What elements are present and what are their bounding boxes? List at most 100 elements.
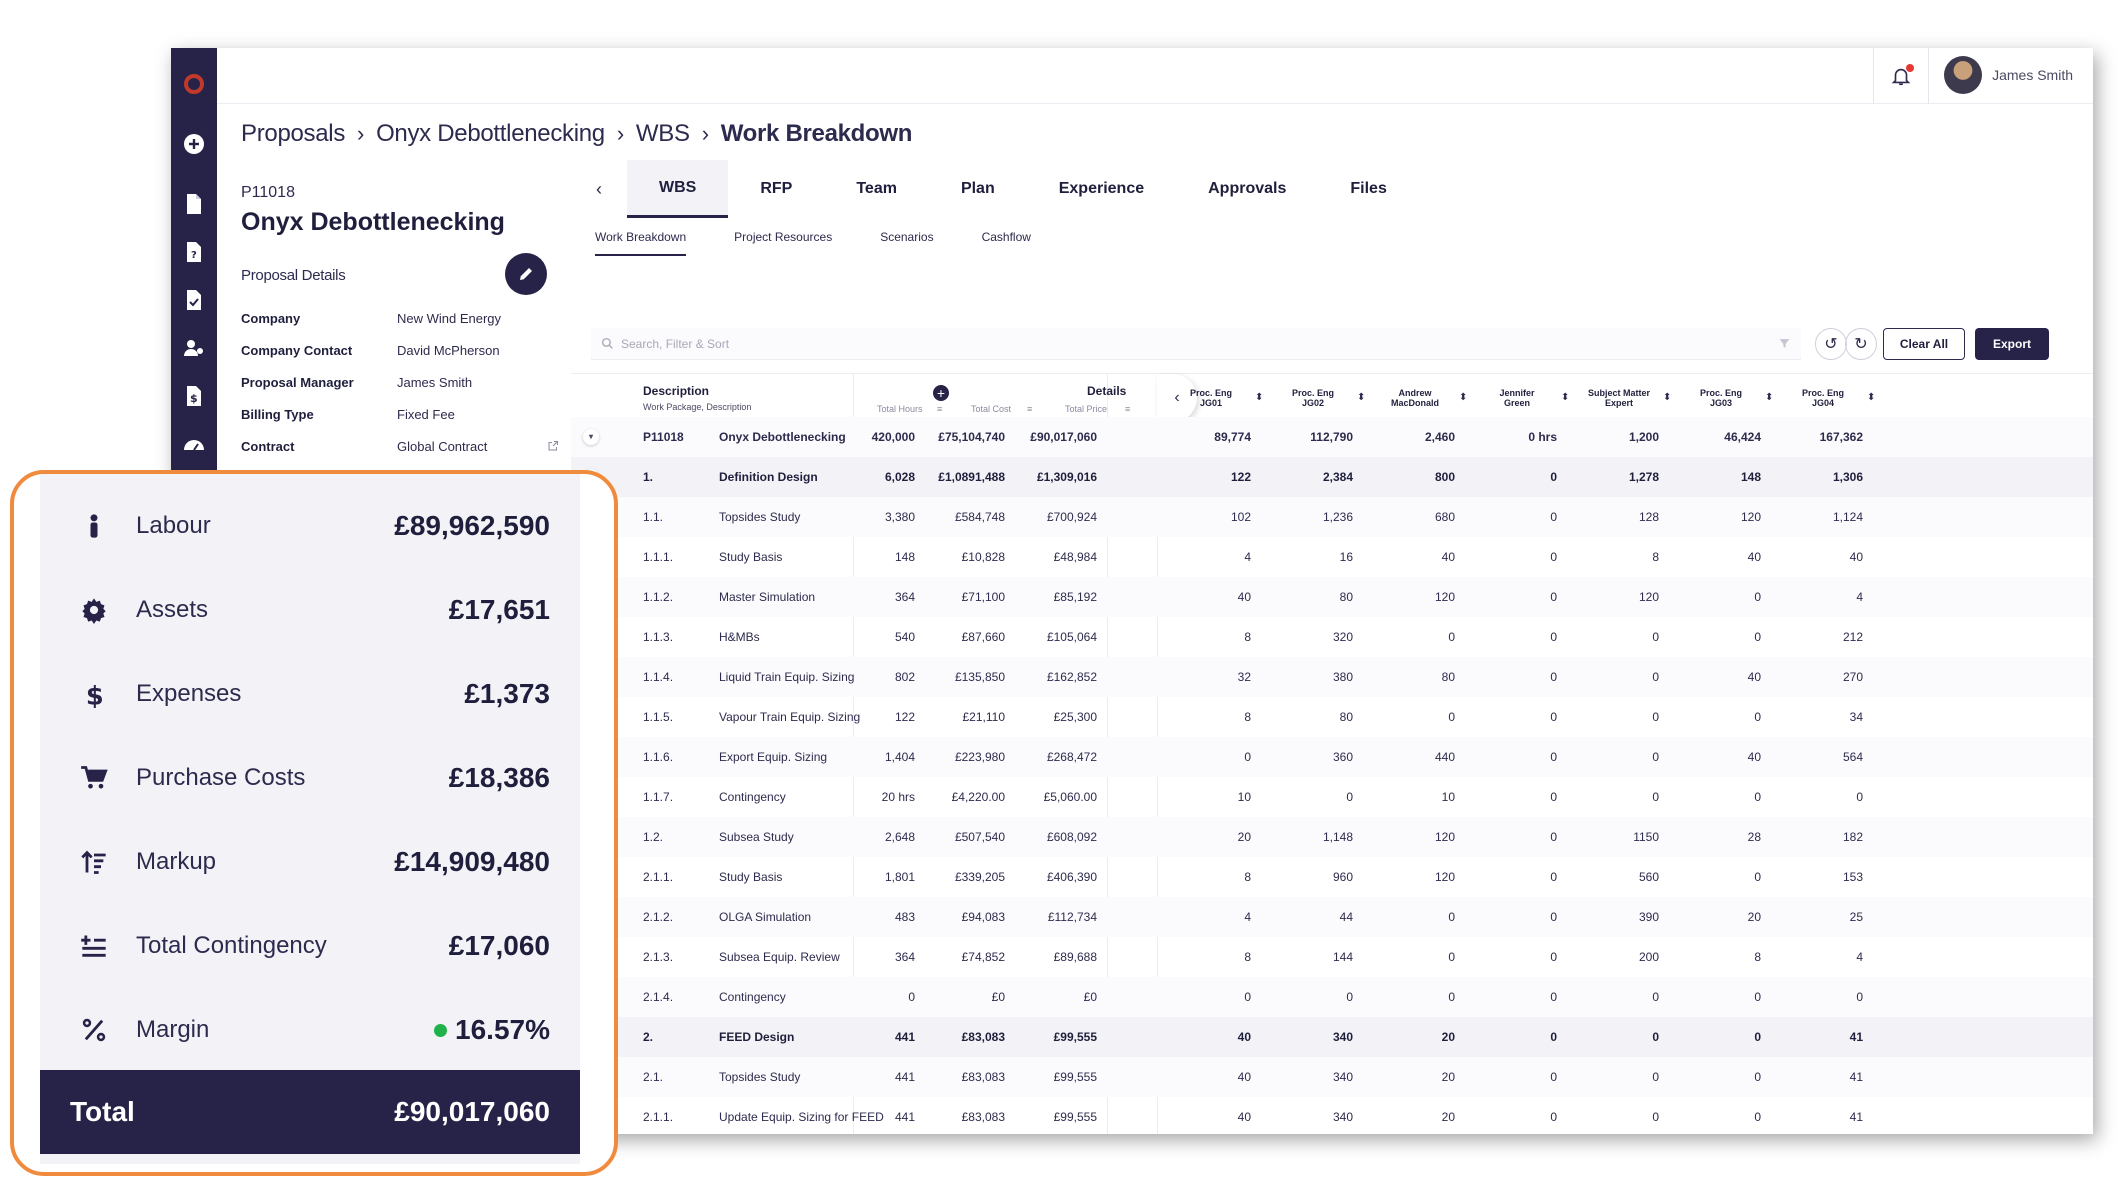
sort-icon[interactable]: ⬍ xyxy=(1867,392,1875,403)
edit-button[interactable] xyxy=(505,253,547,295)
search-input[interactable]: Search, Filter & Sort xyxy=(591,328,1801,360)
breadcrumb-proposal[interactable]: Onyx Debottlenecking xyxy=(376,120,605,148)
menu-icon[interactable]: ≡ xyxy=(1125,404,1130,414)
table-row[interactable]: ▾ P11018 Onyx Debottlenecking 420,000 £75,10… xyxy=(571,417,2093,457)
resource-column-header[interactable]: Proc. Eng JG03 xyxy=(1676,388,1766,408)
sort-icon[interactable]: ⬍ xyxy=(1663,392,1671,403)
resource-column-header[interactable]: Proc. Eng JG02 xyxy=(1268,388,1358,408)
resource-hours-cell: 120 xyxy=(1740,510,1761,524)
total-cost-cell: £87,660 xyxy=(961,630,1005,644)
tab-approvals[interactable]: Approvals xyxy=(1176,160,1318,218)
summary-value: £1,373 xyxy=(464,678,550,709)
table-row[interactable]: 1.1.3. H&MBs 540 £87,660 £105,064 8 320 0 0 0 0 212 xyxy=(571,617,2093,657)
resource-hours-cell: 0 xyxy=(1550,1030,1557,1044)
resource-hours-cell: 0 xyxy=(1652,710,1659,724)
tab-bar: ‹ WBS RFP Team Plan Experience Approvals… xyxy=(571,160,2093,218)
clear-all-button[interactable]: Clear All xyxy=(1883,328,1965,360)
description-subheader: Work Package, Description xyxy=(643,402,752,412)
tab-rfp[interactable]: RFP xyxy=(728,160,824,218)
chevron-down-icon[interactable]: ▾ xyxy=(583,429,599,445)
tab-plan[interactable]: Plan xyxy=(929,160,1027,218)
document-icon[interactable] xyxy=(171,184,217,224)
wbs-code: 1.1.2. xyxy=(643,590,674,604)
resource-hours-cell: 8 xyxy=(1244,950,1251,964)
table-row[interactable]: 1.1.4. Liquid Train Equip. Sizing 802 £135,… xyxy=(571,657,2093,697)
table-row[interactable]: ▸2.FEED Design441£83,083£99,555403402000… xyxy=(571,1017,2093,1057)
breadcrumb: Proposals › Onyx Debottlenecking › WBS ›… xyxy=(241,120,912,148)
resource-column-header[interactable]: Proc. Eng JG01 xyxy=(1166,388,1256,408)
wbs-description: Topsides Study xyxy=(719,510,801,524)
table-row[interactable]: 2.1.1. Study Basis 1,801 £339,205 £406,390 8 9… xyxy=(571,857,2093,897)
add-row-button[interactable]: + xyxy=(933,385,949,401)
total-hours-cell: 364 xyxy=(894,590,915,604)
breadcrumb-wbs[interactable]: WBS xyxy=(636,120,690,148)
table-row[interactable]: 2.1.4. Contingency 0 £0 £0 0 0 0 0 0 0 0 xyxy=(571,977,2093,1017)
resource-column-header[interactable]: Jennifer Green xyxy=(1472,388,1562,408)
contract-link[interactable]: Global Contract xyxy=(397,439,487,454)
total-hours-cell: 483 xyxy=(894,910,915,924)
sort-icon[interactable]: ⬍ xyxy=(1765,392,1773,403)
resource-column-header[interactable]: Andrew MacDonald xyxy=(1370,388,1460,408)
resource-hours-cell: 16 xyxy=(1339,550,1353,564)
add-circle-icon[interactable] xyxy=(171,124,217,164)
table-row[interactable]: 1.1.6. Export Equip. Sizing 1,404 £223,980 £… xyxy=(571,737,2093,777)
table-row[interactable]: 2.1.2. OLGA Simulation 483 £94,083 £112,734 4… xyxy=(571,897,2093,937)
tab-wbs[interactable]: WBS xyxy=(627,160,729,218)
menu-icon[interactable]: ≡ xyxy=(1027,404,1032,414)
sort-icon[interactable]: ⬍ xyxy=(1357,392,1365,403)
resource-column-header[interactable]: Proc. Eng JG04 xyxy=(1778,388,1868,408)
breadcrumb-proposals[interactable]: Proposals xyxy=(241,120,345,148)
undo-button[interactable]: ↺ xyxy=(1815,328,1847,360)
back-button[interactable]: ‹ xyxy=(571,160,627,218)
sort-icon[interactable]: ⬍ xyxy=(1459,392,1467,403)
subtab-scenarios[interactable]: Scenarios xyxy=(880,230,933,256)
document-check-icon[interactable] xyxy=(171,280,217,320)
table-row[interactable]: 2.1. Topsides Study 441 £83,083 £99,555 40 340… xyxy=(571,1057,2093,1097)
proposal-name: Onyx Debottlenecking xyxy=(241,208,505,236)
resource-column-header[interactable]: Subject Matter Expert xyxy=(1574,388,1664,408)
resource-hours-cell: 25 xyxy=(1849,910,1863,924)
tab-team[interactable]: Team xyxy=(824,160,929,218)
invoice-dollar-icon[interactable]: $ xyxy=(171,376,217,416)
filter-icon[interactable] xyxy=(1778,337,1791,350)
summary-row-labour: Labour £89,962,590 xyxy=(40,484,580,568)
subtab-project-resources[interactable]: Project Resources xyxy=(734,230,832,256)
tab-files[interactable]: Files xyxy=(1318,160,1418,218)
document-question-icon[interactable]: ? xyxy=(171,232,217,272)
table-row[interactable]: 2.1.3. Subsea Equip. Review 364 £74,852 £89,… xyxy=(571,937,2093,977)
export-button[interactable]: Export xyxy=(1975,328,2049,360)
total-cost-header[interactable]: Total Cost xyxy=(971,404,1011,414)
dashboard-icon[interactable] xyxy=(171,424,217,464)
sort-icon[interactable]: ⬍ xyxy=(1255,392,1263,403)
table-row[interactable]: 2.1.1. Update Equip. Sizing for FEED 441 £8… xyxy=(571,1097,2093,1134)
redo-button[interactable]: ↻ xyxy=(1845,328,1877,360)
total-hours-cell: 122 xyxy=(894,710,915,724)
subtab-work-breakdown[interactable]: Work Breakdown xyxy=(595,230,687,256)
users-icon[interactable] xyxy=(171,328,217,368)
table-row[interactable]: ▸1.Definition Design6,028£1,0891,488£1,3… xyxy=(571,457,2093,497)
top-bar: James Smith xyxy=(217,48,2093,104)
table-row[interactable]: 1.1.7. Contingency 20 hrs £4,220.00 £5,060.0… xyxy=(571,777,2093,817)
summary-row-markup: Markup £14,909,480 xyxy=(40,820,580,904)
external-link-icon[interactable] xyxy=(547,440,559,452)
user-menu[interactable]: James Smith xyxy=(1944,56,2073,94)
resource-hours-cell: 144 xyxy=(1332,950,1353,964)
resource-header-line: JG04 xyxy=(1811,398,1835,408)
tab-experience[interactable]: Experience xyxy=(1027,160,1176,218)
menu-icon[interactable]: ≡ xyxy=(937,404,942,414)
table-row[interactable]: 1.1.1. Study Basis 148 £10,828 £48,984 4 16 40 0… xyxy=(571,537,2093,577)
sort-icon[interactable]: ⬍ xyxy=(1561,392,1569,403)
resource-hours-cell: 20 xyxy=(1441,1030,1455,1044)
resource-hours-cell: 1,124 xyxy=(1832,510,1863,524)
table-row[interactable]: 1.1.5. Vapour Train Equip. Sizing 122 £21,1… xyxy=(571,697,2093,737)
total-price-header[interactable]: Total Price xyxy=(1065,404,1107,414)
resource-hours-cell: 1,148 xyxy=(1322,830,1353,844)
resource-hours-cell: 0 xyxy=(1550,550,1557,564)
table-row[interactable]: 1.1.2. Master Simulation 364 £71,100 £85,192… xyxy=(571,577,2093,617)
logo-icon[interactable] xyxy=(171,64,217,104)
table-row[interactable]: 1.1. Topsides Study 3,380 £584,748 £700,924 1… xyxy=(571,497,2093,537)
subtab-cashflow[interactable]: Cashflow xyxy=(982,230,1031,256)
total-hours-header[interactable]: Total Hours xyxy=(877,404,923,414)
table-row[interactable]: 1.2. Subsea Study 2,648 £507,540 £608,092 20 1… xyxy=(571,817,2093,857)
notifications-button[interactable] xyxy=(1873,48,1929,104)
